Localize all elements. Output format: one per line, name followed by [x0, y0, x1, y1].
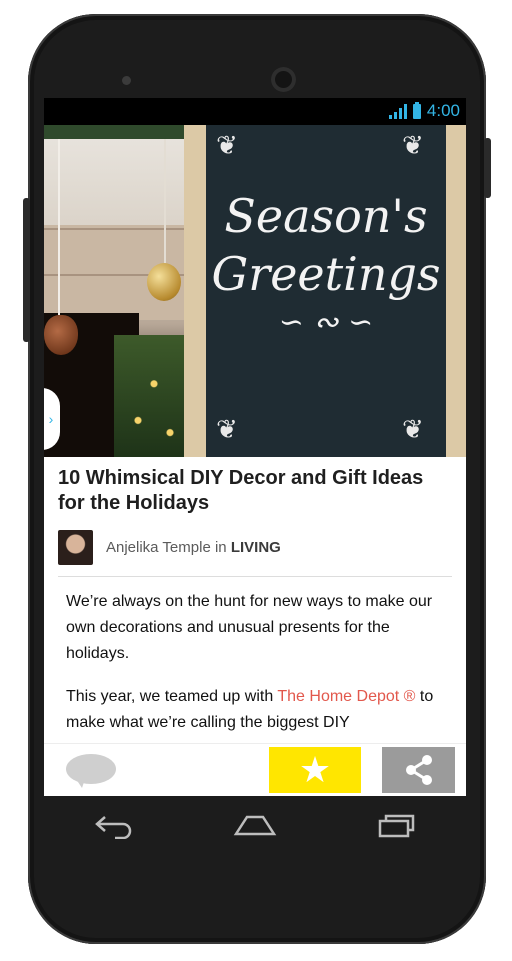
pinecone-ornament [44, 315, 78, 355]
share-icon[interactable] [382, 747, 455, 793]
navigation-bar [44, 796, 466, 856]
status-bar: 4:00 [44, 98, 466, 125]
category-link[interactable]: LIVING [231, 539, 281, 556]
back-icon[interactable] [84, 808, 144, 844]
article-body: We’re always on the hunt for new ways to… [66, 589, 450, 753]
ornament-string [164, 139, 166, 263]
article-title: 10 Whimsical DIY Decor and Gift Ideas fo… [58, 467, 424, 514]
hero-image[interactable]: ❦ ❦ Season's Greetings ∽ ∾ ∽ ❦ ❦ › [44, 125, 466, 457]
paragraph: We’re always on the hunt for new ways to… [66, 593, 433, 662]
byline: Anjelika Temple in LIVING [58, 529, 454, 565]
comment-icon[interactable] [66, 754, 116, 788]
recents-icon[interactable] [366, 808, 426, 844]
christmas-tree [114, 335, 194, 457]
avatar[interactable] [58, 529, 93, 565]
front-camera [271, 67, 296, 92]
power-button [484, 138, 491, 198]
ornament-string [58, 139, 60, 315]
leaf-decoration: ❦ [216, 415, 238, 445]
signal-icon [388, 103, 407, 119]
leaf-decoration: ❦ [216, 131, 238, 161]
star-icon[interactable]: ★ [269, 747, 361, 793]
screen: 4:00 ❦ ❦ Season's Greetings ∽ ∾ ∽ ❦ ❦ › … [44, 98, 466, 796]
home-icon[interactable] [225, 808, 285, 844]
byline-in: in [214, 538, 227, 556]
leaf-decoration: ❦ [402, 131, 424, 161]
status-time: 4:00 [426, 101, 460, 120]
chalkboard-lettering: Season's Greetings ∽ ∾ ∽ [211, 189, 441, 340]
speaker [122, 76, 131, 85]
chevron-right-icon[interactable]: › [44, 388, 60, 450]
garland [44, 125, 194, 139]
battery-icon [412, 101, 421, 119]
home-depot-link[interactable]: The Home Depot ® [277, 688, 415, 705]
divider [58, 576, 452, 577]
leaf-decoration: ❦ [402, 415, 424, 445]
action-bar: ★ [44, 743, 466, 796]
author-name[interactable]: Anjelika Temple [106, 539, 211, 556]
gold-ornament [147, 263, 181, 301]
volume-button [23, 198, 30, 342]
paragraph: This year, we teamed up with The Home De… [66, 688, 434, 731]
byline-text: Anjelika Temple in LIVING [106, 539, 281, 556]
